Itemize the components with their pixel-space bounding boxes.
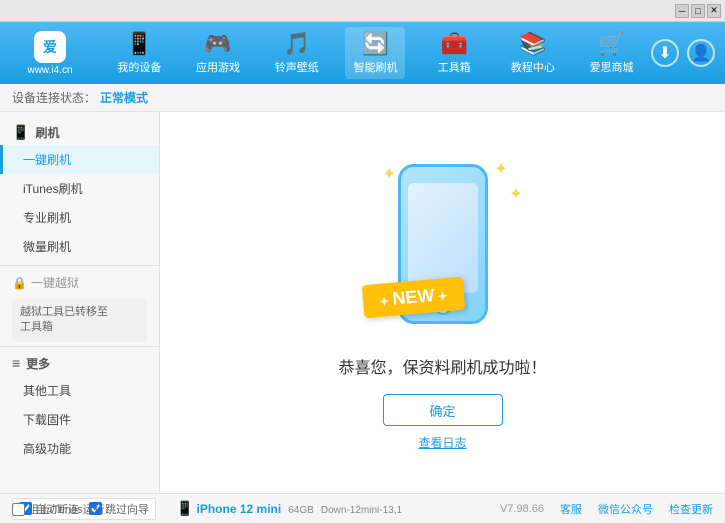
- top-nav: 爱 www.i4.cn 📱 我的设备 🎮 应用游戏 🎵 铃声壁纸 🔄 智能刷机 …: [0, 22, 725, 84]
- locked-label: 一键越狱: [31, 274, 79, 291]
- nav-item-apps-games[interactable]: 🎮 应用游戏: [188, 27, 248, 79]
- stop-itunes: 阻止iTunes运行: [12, 501, 105, 517]
- nav-label-apps-games: 应用游戏: [196, 59, 240, 75]
- sidebar: 📱 刷机 一键刷机 iTunes刷机 专业刷机 微量刷机 🔒 一键越狱 越狱工具…: [0, 112, 160, 493]
- micro-flash-label: 微量刷机: [23, 240, 71, 254]
- flash-section-label: 刷机: [35, 124, 59, 141]
- minimize-button[interactable]: ─: [675, 4, 689, 18]
- logo-url: www.i4.cn: [27, 65, 72, 76]
- nav-icon-apps-games: 🎮: [204, 31, 231, 57]
- sidebar-section-more: ≡ 更多: [0, 351, 159, 376]
- secondary-link[interactable]: 查看日志: [418, 434, 466, 451]
- status-bar: 设备连接状态： 正常模式: [0, 84, 725, 112]
- itunes-flash-label: iTunes刷机: [23, 182, 83, 196]
- sparkle-1: ✦: [383, 164, 396, 184]
- device-model: Down-12mini-13,1: [321, 505, 402, 516]
- more-section-label: 更多: [26, 355, 50, 372]
- nav-label-tutorial: 教程中心: [511, 59, 555, 75]
- window-controls[interactable]: ─ □ ✕: [675, 4, 721, 18]
- sidebar-item-pro-flash[interactable]: 专业刷机: [0, 203, 159, 232]
- main-area: 📱 刷机 一键刷机 iTunes刷机 专业刷机 微量刷机 🔒 一键越狱 越狱工具…: [0, 112, 725, 493]
- download-firmware-label: 下载固件: [23, 413, 71, 427]
- sidebar-divider-2: [0, 346, 159, 347]
- nav-right: ⬇ 👤: [651, 39, 715, 67]
- check-update-link[interactable]: 检查更新: [669, 501, 713, 517]
- sidebar-item-download-firmware[interactable]: 下载固件: [0, 405, 159, 434]
- nav-label-store: 爱思商城: [590, 59, 634, 75]
- phone-illustration: ✦ ✦ ✦ NEW: [353, 154, 533, 334]
- nav-icon-wallpaper: 🎵: [283, 31, 310, 57]
- nav-label-wallpaper: 铃声壁纸: [275, 59, 319, 75]
- phone-screen: [408, 183, 478, 293]
- sidebar-note: 越狱工具已转移至工具箱: [12, 299, 147, 342]
- sidebar-section-flash: 📱 刷机: [0, 120, 159, 145]
- advanced-label: 高级功能: [23, 442, 71, 456]
- sidebar-divider-1: [0, 265, 159, 266]
- confirm-button[interactable]: 确定: [383, 394, 503, 426]
- nav-icon-my-device: 📱: [126, 31, 153, 57]
- stop-itunes-checkbox[interactable]: [12, 503, 25, 516]
- device-info: 📱 iPhone 12 mini 64GB Down-12mini-13,1: [176, 500, 402, 517]
- nav-icon-store: 🛒: [598, 31, 625, 57]
- success-text: 恭喜您，保资料刷机成功啦！: [338, 354, 546, 378]
- nav-item-smart-flash[interactable]: 🔄 智能刷机: [345, 27, 405, 79]
- skip-wizard-label: 跳过向导: [105, 501, 149, 517]
- sidebar-item-one-click-flash[interactable]: 一键刷机: [0, 145, 159, 174]
- version-label: V7.98.66: [500, 503, 544, 515]
- sidebar-item-advanced[interactable]: 高级功能: [0, 434, 159, 463]
- wechat-link[interactable]: 微信公众号: [598, 501, 653, 517]
- nav-label-toolbox: 工具箱: [438, 59, 471, 75]
- device-name: iPhone 12 mini: [197, 502, 282, 516]
- other-tools-label: 其他工具: [23, 384, 71, 398]
- nav-item-toolbox[interactable]: 🧰 工具箱: [424, 27, 484, 79]
- sparkle-3: ✦: [509, 184, 522, 204]
- logo-char: 爱: [43, 37, 57, 57]
- title-bar: ─ □ ✕: [0, 0, 725, 22]
- sidebar-note-text: 越狱工具已转移至工具箱: [20, 306, 108, 333]
- logo-icon: 爱: [34, 31, 66, 63]
- download-button[interactable]: ⬇: [651, 39, 679, 67]
- device-icon: 📱: [176, 500, 193, 516]
- flash-section-icon: 📱: [12, 124, 29, 141]
- nav-item-wallpaper[interactable]: 🎵 铃声壁纸: [267, 27, 327, 79]
- nav-label-my-device: 我的设备: [117, 59, 161, 75]
- bottom-bar: 自动断连 跳过向导 📱 iPhone 12 mini 64GB Down-12m…: [0, 493, 725, 523]
- stop-itunes-label: 阻止iTunes运行: [28, 501, 105, 517]
- sidebar-item-micro-flash[interactable]: 微量刷机: [0, 232, 159, 261]
- one-click-flash-label: 一键刷机: [23, 153, 71, 167]
- nav-item-store[interactable]: 🛒 爱思商城: [582, 27, 642, 79]
- sparkle-2: ✦: [494, 159, 507, 179]
- status-label: 设备连接状态：: [12, 89, 96, 106]
- user-button[interactable]: 👤: [687, 39, 715, 67]
- nav-item-my-device[interactable]: 📱 我的设备: [109, 27, 169, 79]
- maximize-button[interactable]: □: [691, 4, 705, 18]
- content-area: ✦ ✦ ✦ NEW 恭喜您，保资料刷机成功啦！ 确定 查看日志: [160, 112, 725, 493]
- support-link[interactable]: 客服: [560, 501, 582, 517]
- nav-items: 📱 我的设备 🎮 应用游戏 🎵 铃声壁纸 🔄 智能刷机 🧰 工具箱 📚 教程中心: [100, 27, 651, 79]
- sidebar-item-other-tools[interactable]: 其他工具: [0, 376, 159, 405]
- nav-label-smart-flash: 智能刷机: [353, 59, 397, 75]
- lock-icon: 🔒: [12, 276, 27, 290]
- close-button[interactable]: ✕: [707, 4, 721, 18]
- sidebar-item-itunes-flash[interactable]: iTunes刷机: [0, 174, 159, 203]
- more-section-icon: ≡: [12, 355, 20, 371]
- device-storage: 64GB: [288, 505, 314, 516]
- nav-icon-smart-flash: 🔄: [362, 31, 389, 57]
- sidebar-locked-jailbreak: 🔒 一键越狱: [0, 270, 159, 295]
- nav-item-tutorial[interactable]: 📚 教程中心: [503, 27, 563, 79]
- bottom-right: V7.98.66 客服 微信公众号 检查更新: [500, 501, 713, 517]
- pro-flash-label: 专业刷机: [23, 211, 71, 225]
- nav-icon-tutorial: 📚: [519, 31, 546, 57]
- nav-icon-toolbox: 🧰: [440, 31, 467, 57]
- status-value: 正常模式: [100, 89, 148, 106]
- logo: 爱 www.i4.cn: [10, 31, 90, 76]
